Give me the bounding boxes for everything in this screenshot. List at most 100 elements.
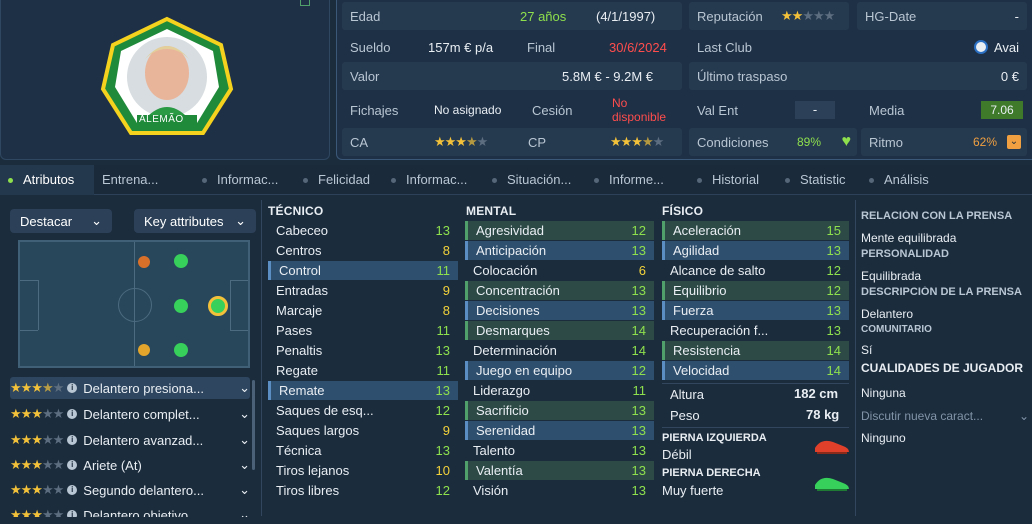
tab-atributos[interactable]: Atributos bbox=[0, 165, 94, 195]
attribute-value: 6 bbox=[638, 263, 646, 278]
star-icon: ★★ bbox=[781, 8, 803, 23]
attribute-row[interactable]: Agilidad 13 bbox=[662, 241, 849, 260]
attribute-value: 12 bbox=[435, 403, 450, 418]
last-club-cell: Last Club Avai bbox=[689, 33, 1027, 61]
salary-label: Sueldo bbox=[350, 39, 391, 55]
attribute-row[interactable]: Anticipación 13 bbox=[465, 241, 654, 260]
attribute-row[interactable]: Recuperación f... 13 bbox=[662, 321, 849, 340]
final-label: Final bbox=[527, 39, 556, 55]
hg-date-value: - bbox=[1014, 8, 1019, 24]
attribute-row[interactable]: Tiros lejanos 10 bbox=[268, 461, 458, 480]
ca-stars: ★★★★★ bbox=[434, 134, 488, 149]
role-stars: ★★★★★ bbox=[10, 432, 64, 447]
attribute-value: 10 bbox=[435, 463, 450, 478]
flag-icon[interactable] bbox=[300, 0, 310, 6]
last-club-link[interactable]: Avai bbox=[973, 40, 1019, 55]
attribute-name: Sacrificio bbox=[476, 403, 529, 418]
reputation-label: Reputación bbox=[697, 8, 763, 24]
key-attributes-dropdown[interactable]: Key attributes ⌄ bbox=[134, 209, 256, 233]
reputation-stars: ★★★★★ bbox=[781, 8, 835, 24]
position-marker-amc[interactable] bbox=[174, 299, 188, 313]
attribute-name: Desmarques bbox=[476, 323, 550, 338]
attribute-row[interactable]: Desmarques 14 bbox=[465, 321, 654, 340]
attribute-row[interactable]: Juego en equipo 12 bbox=[465, 361, 654, 380]
attribute-row[interactable]: Equilibrio 12 bbox=[662, 281, 849, 300]
attribute-value: 13 bbox=[435, 343, 450, 358]
condition-cell: Condiciones 89% ♥ bbox=[689, 128, 857, 156]
position-marker-st[interactable] bbox=[208, 296, 228, 316]
attribute-row[interactable]: Control 11 bbox=[268, 261, 458, 280]
position-marker-aml[interactable] bbox=[138, 344, 150, 356]
attribute-row[interactable]: Resistencia 14 bbox=[662, 341, 849, 360]
attribute-row[interactable]: Velocidad 14 bbox=[662, 361, 849, 380]
tab-situacion[interactable]: Situación... bbox=[492, 165, 571, 195]
attribute-name: Alcance de salto bbox=[670, 263, 766, 278]
attribute-row[interactable]: Decisiones 13 bbox=[465, 301, 654, 320]
discuss-trait-dropdown[interactable]: Discutir nueva caract... ⌄ bbox=[861, 407, 1029, 425]
attribute-row[interactable]: Sacrificio 13 bbox=[465, 401, 654, 420]
tab-felicidad[interactable]: Felicidad bbox=[303, 165, 370, 195]
attribute-row[interactable]: Regate 11 bbox=[268, 361, 458, 380]
attribute-value: 13 bbox=[826, 323, 841, 338]
attribute-name: Equilibrio bbox=[673, 283, 727, 298]
attribute-row[interactable]: Saques largos 9 bbox=[268, 421, 458, 440]
tab-analisis[interactable]: Análisis bbox=[869, 165, 929, 195]
role-item[interactable]: ★★★★★ i Delantero complet... ⌄ bbox=[10, 403, 250, 425]
boot-icon bbox=[815, 477, 849, 491]
attribute-name: Liderazgo bbox=[473, 383, 531, 398]
position-marker-amc-right[interactable] bbox=[138, 256, 150, 268]
attribute-row[interactable]: Determinación 14 bbox=[465, 341, 654, 360]
attribute-row[interactable]: Visión 13 bbox=[465, 481, 654, 500]
condition-label: Condiciones bbox=[697, 134, 769, 150]
tab-informacion-2[interactable]: Informac... bbox=[391, 165, 467, 195]
attribute-row[interactable]: Aceleración 15 bbox=[662, 221, 849, 240]
role-item[interactable]: ★★★★★ i Delantero objetivo... ⌄ bbox=[10, 504, 250, 517]
left-foot-value: Débil bbox=[662, 447, 692, 462]
attribute-value: 13 bbox=[631, 443, 646, 458]
attribute-row[interactable]: Saques de esq... 12 bbox=[268, 401, 458, 420]
average-cell: Media 7.06 bbox=[861, 96, 1027, 124]
attribute-row[interactable]: Concentración 13 bbox=[465, 281, 654, 300]
attribute-row[interactable]: Remate 13 bbox=[268, 381, 458, 400]
attribute-row[interactable]: Liderazgo 11 bbox=[465, 381, 654, 400]
right-foot-value: Muy fuerte bbox=[662, 483, 724, 498]
tab-informe[interactable]: Informe... bbox=[594, 165, 664, 195]
tab-historial[interactable]: Historial bbox=[697, 165, 759, 195]
attribute-name: Centros bbox=[276, 243, 322, 258]
attribute-name: Pases bbox=[276, 323, 313, 338]
role-list-scrollbar[interactable] bbox=[252, 380, 255, 470]
val-ent-cell: Val Ent - bbox=[689, 96, 859, 124]
attribute-row[interactable]: Valentía 13 bbox=[465, 461, 654, 480]
attribute-row[interactable]: Talento 13 bbox=[465, 441, 654, 460]
role-name: Delantero objetivo... bbox=[83, 507, 199, 518]
average-value: 7.06 bbox=[981, 101, 1023, 119]
role-item[interactable]: ★★★★★ i Delantero avanzad... ⌄ bbox=[10, 429, 250, 451]
position-marker-amr[interactable] bbox=[174, 343, 188, 357]
attribute-row[interactable]: Tiros libres 12 bbox=[268, 481, 458, 500]
role-item[interactable]: ★★★★★ i Ariete (At) ⌄ bbox=[10, 454, 250, 476]
attribute-row[interactable]: Pases 11 bbox=[268, 321, 458, 340]
attribute-row[interactable]: Centros 8 bbox=[268, 241, 458, 260]
attribute-row[interactable]: Entradas 9 bbox=[268, 281, 458, 300]
tab-entrenamiento[interactable]: Entrena... bbox=[102, 165, 158, 195]
role-item[interactable]: ★★★★★ i Delantero presiona... ⌄ bbox=[10, 377, 250, 399]
attribute-row[interactable]: Penaltis 13 bbox=[268, 341, 458, 360]
attribute-name: Tiros lejanos bbox=[276, 463, 350, 478]
attribute-row[interactable]: Técnica 13 bbox=[268, 441, 458, 460]
attribute-row[interactable]: Alcance de salto 12 bbox=[662, 261, 849, 280]
attribute-row[interactable]: Fuerza 13 bbox=[662, 301, 849, 320]
attribute-row[interactable]: Colocación 6 bbox=[465, 261, 654, 280]
tab-statistic[interactable]: Statistic bbox=[785, 165, 846, 195]
attribute-row[interactable]: Agresividad 12 bbox=[465, 221, 654, 240]
position-marker-mc[interactable] bbox=[174, 254, 188, 268]
highlight-dropdown[interactable]: Destacar ⌄ bbox=[10, 209, 112, 233]
tab-informacion-1[interactable]: Informac... bbox=[202, 165, 278, 195]
attribute-row[interactable]: Marcaje 8 bbox=[268, 301, 458, 320]
attribute-name: Determinación bbox=[473, 343, 557, 358]
attribute-row[interactable]: Serenidad 13 bbox=[465, 421, 654, 440]
hg-date-label: HG-Date bbox=[865, 8, 917, 24]
role-item[interactable]: ★★★★★ i Segundo delantero... ⌄ bbox=[10, 479, 250, 501]
value-value: 5.8M € - 9.2M € bbox=[562, 68, 654, 84]
attribute-value: 12 bbox=[631, 223, 646, 238]
attribute-row[interactable]: Cabeceo 13 bbox=[268, 221, 458, 240]
